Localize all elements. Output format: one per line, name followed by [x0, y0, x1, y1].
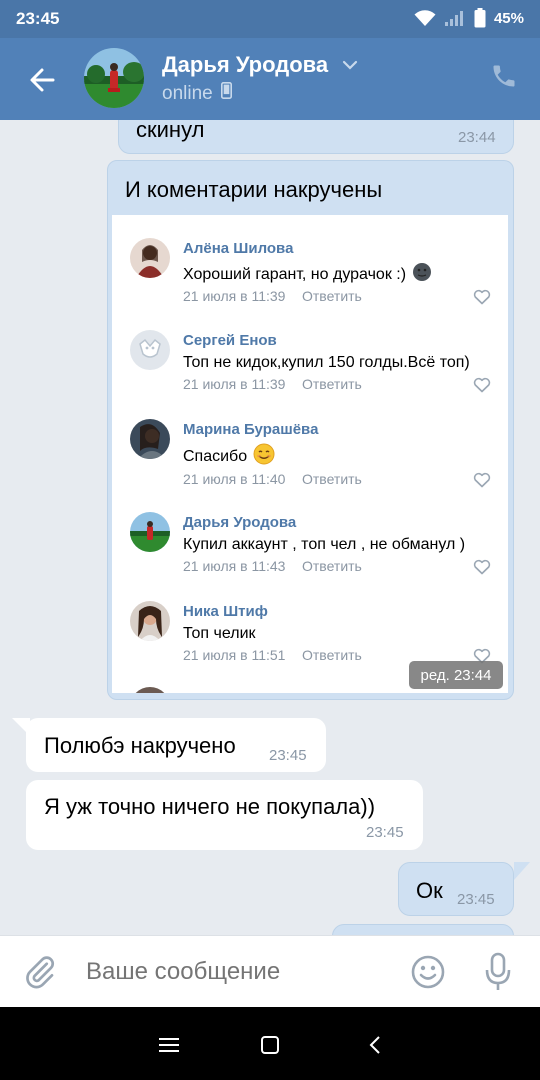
back-arrow-icon	[30, 68, 55, 92]
comment-text-value: Топ челик	[183, 625, 256, 642]
avatar[interactable]	[84, 48, 144, 108]
message-incoming[interactable]: Я уж точно ничего не покупала)) 23:45	[26, 780, 423, 850]
comment-author[interactable]: Марина Бурашёва	[183, 421, 318, 438]
message-outgoing[interactable]: Ок 23:45	[398, 862, 514, 916]
heart-icon[interactable]	[473, 377, 491, 398]
mobile-icon	[220, 82, 232, 105]
message-time: 23:45	[457, 891, 495, 908]
bubble-tail	[12, 718, 30, 736]
emoji-icon	[253, 443, 275, 470]
reply-link[interactable]: Ответить	[302, 376, 362, 392]
message-caption: И коментарии накручены	[125, 177, 383, 202]
contact-name[interactable]: Дарья Уродова	[162, 52, 328, 78]
emoji-icon[interactable]	[410, 954, 446, 995]
avatar	[130, 419, 170, 459]
reply-link[interactable]: Ответить	[302, 647, 362, 663]
status-time: 23:45	[16, 9, 60, 28]
wifi-icon	[414, 9, 436, 27]
comment-date: 21 июля в 11:51	[183, 647, 286, 663]
emoji-icon	[412, 262, 432, 287]
comment-text-value: Хороший гарант, но дурачок :)	[183, 265, 407, 283]
message-time: 23:45	[269, 747, 307, 764]
back-button[interactable]	[20, 58, 64, 102]
comment-text: Топ челик	[183, 625, 256, 643]
system-nav-bar	[0, 1007, 540, 1080]
chevron-down-icon[interactable]	[342, 58, 358, 76]
avatar	[130, 512, 170, 552]
message-incoming[interactable]: Полюбэ накручено 23:45	[26, 718, 326, 772]
avatar	[130, 238, 170, 278]
message-input[interactable]	[86, 958, 386, 986]
comment-item: Сергей Енов Топ не кидок,купил 150 голды…	[112, 330, 508, 410]
bubble-tail	[514, 862, 530, 880]
edited-badge: ред. 23:44	[409, 661, 503, 689]
comments-screenshot[interactable]: Алёна Шилова Хороший гарант, но дурачок …	[112, 215, 508, 693]
message-composer	[0, 935, 540, 1007]
contact-status: online	[162, 82, 232, 105]
comment-text: Хороший гарант, но дурачок :)	[183, 262, 432, 287]
reply-link[interactable]: Ответить	[302, 288, 362, 304]
comment-text: Топ не кидок,купил 150 голды.Всё топ)	[183, 354, 470, 372]
attach-icon[interactable]	[22, 954, 58, 995]
comment-author[interactable]: Дарья Уродова	[183, 514, 296, 531]
avatar	[130, 687, 170, 693]
message-time: 23:44	[458, 129, 496, 146]
status-indicators: 45%	[414, 8, 524, 28]
comment-item: Марина Бурашёва Спасибо 21 июля в 11:40 …	[112, 419, 508, 499]
comment-text-value: Спасибо	[183, 447, 248, 465]
comment-text: Купил аккаунт , топ чел , не обманул )	[183, 536, 465, 554]
heart-icon[interactable]	[473, 559, 491, 580]
reply-link[interactable]: Ответить	[302, 471, 362, 487]
comment-text: Спасибо	[183, 443, 275, 470]
comment-date: 21 июля в 11:39	[183, 288, 286, 304]
avatar	[130, 601, 170, 641]
avatar	[130, 330, 170, 370]
heart-icon[interactable]	[473, 289, 491, 310]
phone-icon[interactable]	[490, 62, 518, 95]
mic-icon[interactable]	[484, 952, 512, 997]
comment-author[interactable]: Сергей Енов	[183, 332, 277, 349]
online-label: online	[162, 82, 213, 104]
battery-icon	[474, 8, 486, 28]
comment-date: 21 июля в 11:40	[183, 471, 286, 487]
message-text: Полюбэ накручено	[44, 733, 236, 758]
heart-icon[interactable]	[473, 472, 491, 493]
comment-date: 21 июля в 11:39	[183, 376, 286, 392]
menu-icon[interactable]	[155, 1031, 183, 1059]
message-text: Я уж точно ничего не покупала))	[44, 794, 376, 819]
home-icon[interactable]	[256, 1031, 284, 1059]
comment-item: Дарья Уродова Купил аккаунт , топ чел , …	[112, 512, 508, 592]
message-text: Ок	[416, 878, 443, 903]
reply-link[interactable]: Ответить	[302, 558, 362, 574]
comment-author[interactable]: Ника Штиф	[183, 603, 268, 620]
status-bar: 23:45 45%	[0, 0, 540, 38]
back-icon[interactable]	[361, 1031, 389, 1059]
comment-text-value: Топ не кидок,купил 150 голды.Всё топ)	[183, 354, 470, 371]
comment-text-value: Купил аккаунт , топ чел , не обманул )	[183, 536, 466, 553]
signal-icon	[444, 9, 466, 27]
message-time: 23:45	[366, 824, 404, 841]
battery-percent: 45%	[493, 9, 524, 27]
message-text: скинул	[136, 117, 205, 142]
comment-item: Алёна Шилова Хороший гарант, но дурачок …	[112, 238, 508, 318]
comment-author[interactable]: Алёна Шилова	[183, 240, 293, 257]
comment-date: 21 июля в 11:43	[183, 558, 286, 574]
chat-header: Дарья Уродова online	[0, 38, 540, 120]
